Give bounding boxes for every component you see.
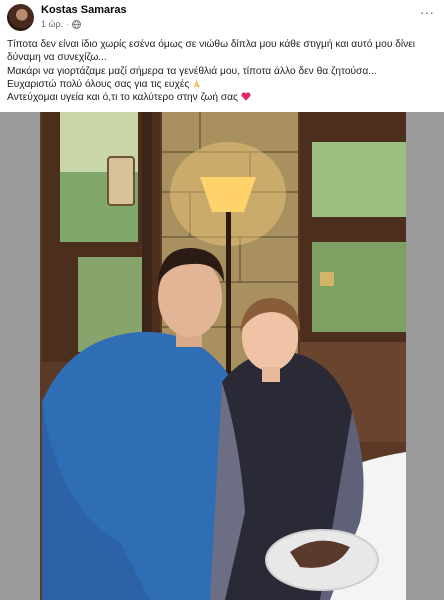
post-line-4: Αντεύχομαι υγεία και ό,τι το καλύτερο στ… [7, 91, 437, 104]
meta-separator: · [66, 19, 69, 29]
post-line-3-text: Ευχαριστώ πολύ όλους σας για τις ευχές [7, 78, 190, 90]
more-options-button[interactable]: ··· [416, 5, 438, 23]
post-line-3: Ευχαριστώ πολύ όλους σας για τις ευχές [7, 78, 437, 91]
post-meta: 1 ώρ. · [41, 19, 81, 29]
folded-hands-icon [192, 78, 201, 88]
post-line-1: Τίποτα δεν είναι ίδιο χωρίς εσένα όμως σ… [7, 39, 416, 64]
post-photo[interactable] [0, 112, 444, 600]
post-text: Τίποτα δεν είναι ίδιο χωρίς εσένα όμως σ… [7, 38, 437, 104]
post-header: Kostas Samaras 1 ώρ. · ··· [0, 0, 444, 34]
red-heart-icon [241, 92, 251, 101]
avatar[interactable] [7, 4, 34, 31]
post-time[interactable]: 1 ώρ. [41, 19, 63, 29]
post-line-2: Μακάρι να γιορτάζαμε μαζί σήμερα τα γενέ… [7, 65, 377, 77]
post-line-4-text: Αντεύχομαι υγεία και ό,τι το καλύτερο στ… [7, 92, 238, 104]
author-name[interactable]: Kostas Samaras [41, 4, 127, 16]
globe-icon[interactable] [71, 19, 81, 29]
couple-photo [0, 112, 444, 600]
